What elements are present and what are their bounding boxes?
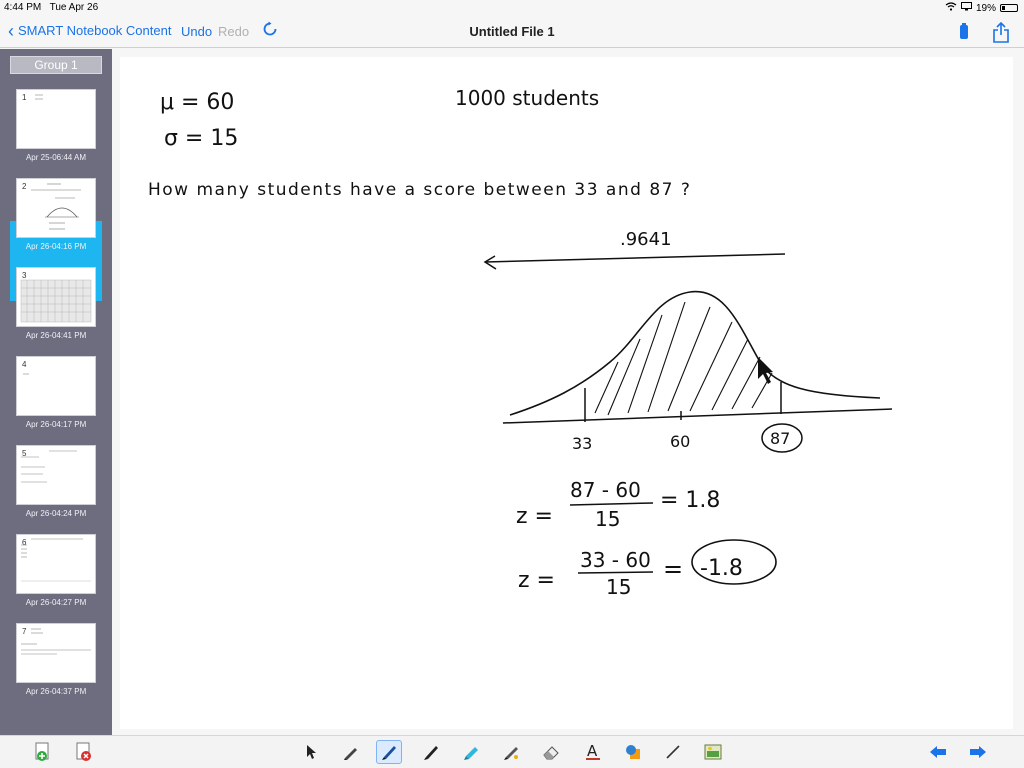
chevron-left-icon: ‹ xyxy=(8,20,14,41)
refresh-icon[interactable] xyxy=(262,21,278,42)
normal-curve xyxy=(502,290,893,424)
students-note: 1000 students xyxy=(455,86,599,110)
tick-label-33: 33 xyxy=(572,434,592,453)
page-thumbnail[interactable]: 3 xyxy=(16,267,96,327)
status-time: 4:44 PM xyxy=(4,2,42,13)
device-icon[interactable] xyxy=(958,22,970,47)
mu-note: μ = 60 xyxy=(160,90,234,115)
line-tool-icon[interactable] xyxy=(660,740,686,764)
tick-label-60: 60 xyxy=(670,432,690,451)
page-date: Apr 26-04:17 PM xyxy=(25,420,87,429)
status-bar: 4:44 PM Tue Apr 26 19% xyxy=(0,0,1024,16)
page-sorter-sidebar: Group 1 1 Apr 25-06:44 AM 2 Apr 26-04:16… xyxy=(0,49,112,735)
calligraphic-pen-icon[interactable] xyxy=(376,740,402,764)
status-date: Tue Apr 26 xyxy=(49,2,99,13)
page-date: Apr 26-04:24 PM xyxy=(25,509,87,518)
battery-percent: 19% xyxy=(975,2,996,14)
status-left: 4:44 PM Tue Apr 26 xyxy=(4,2,98,13)
tick-label-87: 87 xyxy=(770,429,790,448)
page-thumbnail-selected[interactable]: 2 xyxy=(16,178,96,238)
area-note: .9641 xyxy=(620,229,672,250)
bottom-toolbar: A xyxy=(0,735,1024,768)
thumbnail-preview xyxy=(31,183,81,230)
gallery-icon[interactable] xyxy=(700,740,726,764)
page-date: Apr 26-04:27 PM xyxy=(25,598,87,607)
thumbnail-preview xyxy=(23,373,29,375)
page-date: Apr 25-06:44 AM xyxy=(25,153,87,162)
page-date: Apr 26-04:16 PM xyxy=(25,242,87,251)
undo-button[interactable]: Undo xyxy=(181,24,212,39)
z2-lhs: z = xyxy=(518,568,555,593)
screen-mirror-icon xyxy=(960,2,972,14)
share-icon[interactable] xyxy=(992,21,1010,49)
next-page-arrow-icon[interactable] xyxy=(965,740,991,764)
status-right: 19% xyxy=(945,2,1018,14)
previous-page-arrow-icon[interactable] xyxy=(925,740,951,764)
z1-lhs: z = xyxy=(516,504,553,529)
magic-pen-icon[interactable] xyxy=(498,740,524,764)
z1-numerator: 87 - 60 xyxy=(570,478,641,502)
z2-fraction-bar xyxy=(577,571,654,574)
battery-icon xyxy=(1000,4,1018,12)
handwriting-layer: μ = 60 σ = 15 1000 students How many stu… xyxy=(148,86,893,599)
thumbnail-preview xyxy=(20,279,92,323)
z1-denominator: 15 xyxy=(595,507,620,531)
navigation-bar: ‹ SMART Notebook Content Undo Redo Untit… xyxy=(0,16,1024,48)
back-button[interactable]: ‹ SMART Notebook Content xyxy=(8,20,172,41)
eraser-icon[interactable] xyxy=(538,740,564,764)
back-label: SMART Notebook Content xyxy=(18,23,172,38)
thumbnail-preview xyxy=(35,94,43,100)
whiteboard-canvas[interactable]: μ = 60 σ = 15 1000 students How many stu… xyxy=(120,57,1013,729)
z1-fraction-bar xyxy=(569,502,654,506)
question-note: How many students have a score between 3… xyxy=(148,180,691,200)
wifi-icon xyxy=(945,2,957,14)
thumbnail-preview xyxy=(21,538,91,582)
shapes-icon[interactable] xyxy=(620,740,646,764)
page-thumbnail[interactable]: 6 xyxy=(16,534,96,594)
page-date: Apr 26-04:37 PM xyxy=(25,687,87,696)
creative-pen-icon[interactable] xyxy=(418,740,444,764)
page-thumbnail[interactable]: 5 xyxy=(16,445,96,505)
delete-page-icon[interactable] xyxy=(71,740,97,764)
text-tool-icon[interactable]: A xyxy=(580,740,606,764)
page-thumbnail[interactable]: 1 xyxy=(16,89,96,149)
left-arrow-icon xyxy=(483,253,786,270)
page-date: Apr 26-04:41 PM xyxy=(25,331,87,340)
sigma-note: σ = 15 xyxy=(164,126,238,151)
pen-tool-icon[interactable] xyxy=(338,740,364,764)
page-thumbnail[interactable]: 4 xyxy=(16,356,96,416)
thumbnail-preview xyxy=(21,450,77,483)
z2-equals: = xyxy=(663,555,683,583)
page-thumbnail[interactable]: 7 xyxy=(16,623,96,683)
highlighter-icon[interactable] xyxy=(458,740,484,764)
pointer-icon xyxy=(758,357,773,384)
z2-value: -1.8 xyxy=(700,556,743,581)
z2-numerator: 33 - 60 xyxy=(580,548,651,572)
z2-denominator: 15 xyxy=(606,575,631,599)
add-page-icon[interactable] xyxy=(30,740,56,764)
select-arrow-icon[interactable] xyxy=(298,740,324,764)
thumbnail-preview xyxy=(21,628,91,655)
z1-result: = 1.8 xyxy=(660,488,720,513)
svg-text:A: A xyxy=(587,743,598,760)
redo-button[interactable]: Redo xyxy=(218,24,249,39)
group-label[interactable]: Group 1 xyxy=(10,56,102,74)
